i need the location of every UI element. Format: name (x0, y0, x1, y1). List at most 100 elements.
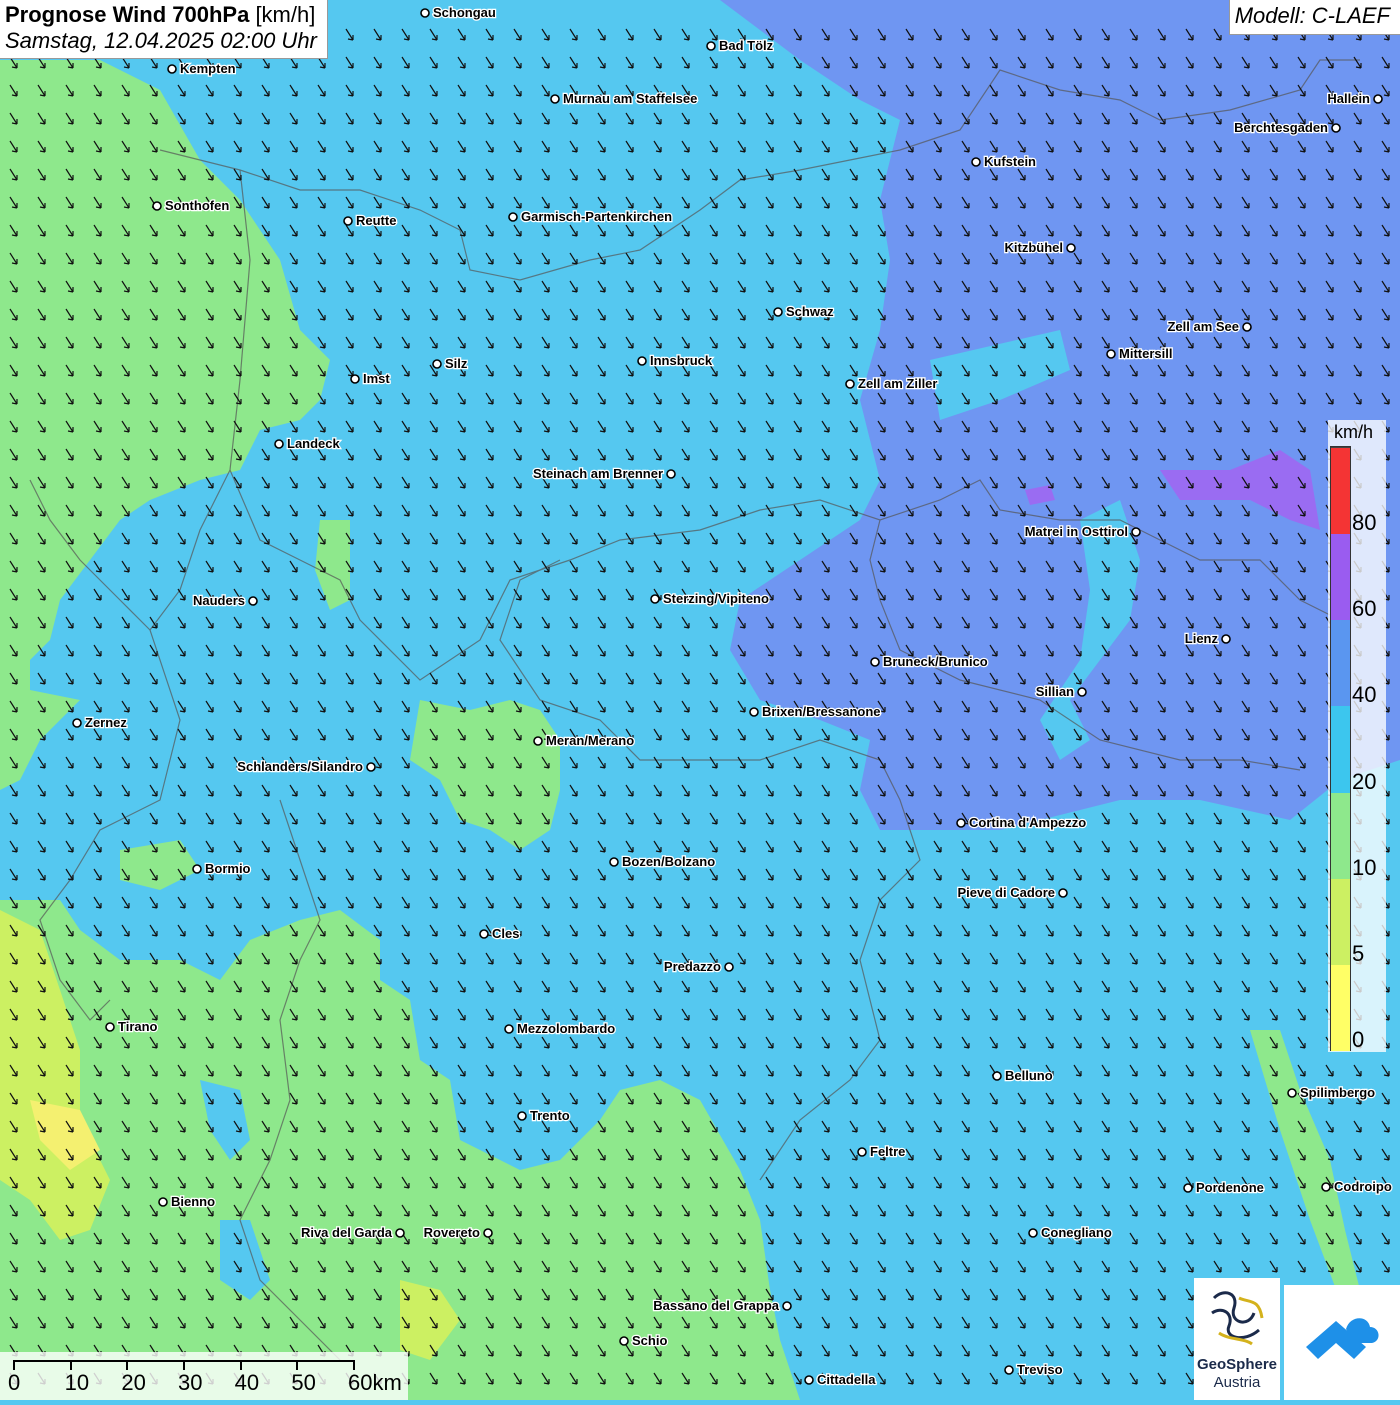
city-label: Bassano del Grappa (653, 1298, 779, 1313)
city-label: Treviso (1017, 1362, 1063, 1377)
city-dot (152, 201, 162, 211)
city-label: Zell am Ziller (858, 376, 937, 391)
city-dot (782, 1301, 792, 1311)
city-marker: Murnau am Staffelsee (550, 90, 699, 107)
city-label: Cles (492, 926, 519, 941)
city-label: Pordenone (1196, 1180, 1264, 1195)
city-label: Reutte (356, 213, 396, 228)
color-legend: km/h 0 5 10 20 40 60 80 (1328, 420, 1386, 1052)
city-label: Schwaz (786, 304, 834, 319)
city-label: Sterzing/Vipiteno (663, 591, 769, 606)
city-dot (1131, 527, 1141, 537)
weather-app-logo[interactable] (1284, 1285, 1400, 1400)
city-dot (857, 1147, 867, 1157)
city-marker: Cortina d'Ampezzo (956, 814, 1088, 831)
city-label: Mezzolombardo (517, 1021, 615, 1036)
city-label: Riva del Garda (301, 1225, 393, 1240)
geosphere-logo-text: GeoSphere (1196, 1356, 1278, 1373)
city-dot (1287, 1088, 1297, 1098)
map-title-unit: [km/h] (255, 2, 316, 27)
city-label: Lienz (1185, 631, 1219, 646)
city-label: Brixen/Bressanone (762, 704, 881, 719)
city-marker: Steinach am Brenner (532, 465, 676, 482)
city-label: Bienno (171, 1194, 215, 1209)
legend-tick-label: 0 (1352, 1027, 1365, 1052)
city-dot (483, 1228, 493, 1238)
city-dot (517, 1111, 527, 1121)
city-marker: Schongau (420, 4, 497, 21)
scale-tick (239, 1360, 242, 1370)
city-dot (706, 41, 716, 51)
city-marker: Bozen/Bolzano (609, 853, 716, 870)
scale-tick (13, 1360, 15, 1370)
city-dot (366, 762, 376, 772)
forecast-datetime: Samstag, 12.04.2025 02:00 Uhr (5, 28, 317, 53)
scale-label: 30 (178, 1370, 203, 1395)
city-marker: Spilimbergo (1287, 1084, 1376, 1101)
scale-tick (183, 1360, 185, 1370)
city-label: Schio (632, 1333, 667, 1348)
city-dot (619, 1336, 629, 1346)
city-dot (956, 818, 966, 828)
legend-segment (1331, 877, 1350, 965)
wind-map: Schongau Bad Tölz Kempten Murnau am Staffel… (0, 0, 1400, 1400)
scale-tick (296, 1360, 299, 1370)
city-dot (1221, 634, 1231, 644)
city-dot (1183, 1183, 1193, 1193)
city-marker: Schlanders/Silandro (236, 758, 376, 775)
legend-segment (1331, 619, 1350, 707)
scale-tick (126, 1360, 129, 1370)
geosphere-logo[interactable]: GeoSphere Austria (1194, 1278, 1280, 1400)
city-marker: Bassano del Grappa (652, 1297, 792, 1314)
city-dot (274, 439, 284, 449)
city-label: Nauders (193, 593, 245, 608)
city-marker: Conegliano (1028, 1224, 1113, 1241)
city-label: Mittersill (1119, 346, 1172, 361)
city-dot (533, 736, 543, 746)
map-title: Prognose Wind 700hPa (5, 2, 250, 27)
city-dot (804, 1375, 814, 1385)
scale-label: 20 (121, 1370, 146, 1395)
city-label: Imst (363, 371, 390, 386)
city-dot (350, 374, 360, 384)
city-label: Landeck (287, 436, 341, 451)
legend-tick-label: 10 (1352, 854, 1377, 880)
city-label: Garmisch-Partenkirchen (521, 209, 672, 224)
legend-tick-label: 20 (1352, 768, 1377, 794)
city-dot (870, 657, 880, 667)
city-dot (992, 1071, 1002, 1081)
city-dot (248, 596, 258, 606)
city-marker: Pordenone (1183, 1179, 1265, 1196)
legend-segment (1331, 447, 1350, 535)
scale-label: 10 (64, 1370, 90, 1395)
city-label: Belluno (1005, 1068, 1053, 1083)
city-label: Spilimbergo (1300, 1085, 1375, 1100)
legend-unit: km/h (1334, 422, 1374, 442)
city-dot (1028, 1228, 1038, 1238)
city-label: Sillian (1036, 684, 1074, 699)
city-label: Pieve di Cadore (957, 885, 1055, 900)
city-dot (1004, 1365, 1014, 1375)
city-label: Cittadella (817, 1372, 876, 1387)
city-dot (72, 718, 82, 728)
city-dot (1058, 888, 1068, 898)
city-marker: Berchtesgaden (1233, 119, 1341, 136)
city-dot (343, 216, 353, 226)
city-marker: Mezzolombardo (504, 1020, 617, 1037)
geosphere-logo-subtext: Austria (1213, 1374, 1261, 1391)
city-label: Predazzo (664, 959, 721, 974)
city-label: Innsbruck (650, 353, 713, 368)
city-marker: Bruneck/Brunico (870, 653, 989, 670)
city-label: Meran/Merano (546, 733, 634, 748)
scale-label: 60km (348, 1370, 402, 1395)
city-dot (192, 864, 202, 874)
city-label: Berchtesgaden (1234, 120, 1328, 135)
city-marker: Zell am Ziller (845, 375, 939, 392)
city-label: Matrei in Osttirol (1025, 524, 1128, 539)
city-label: Kufstein (984, 154, 1036, 169)
city-dot (479, 929, 489, 939)
city-label: Kempten (180, 61, 236, 76)
city-label: Murnau am Staffelsee (563, 91, 697, 106)
scale-tick (69, 1360, 72, 1370)
city-dot (637, 356, 647, 366)
